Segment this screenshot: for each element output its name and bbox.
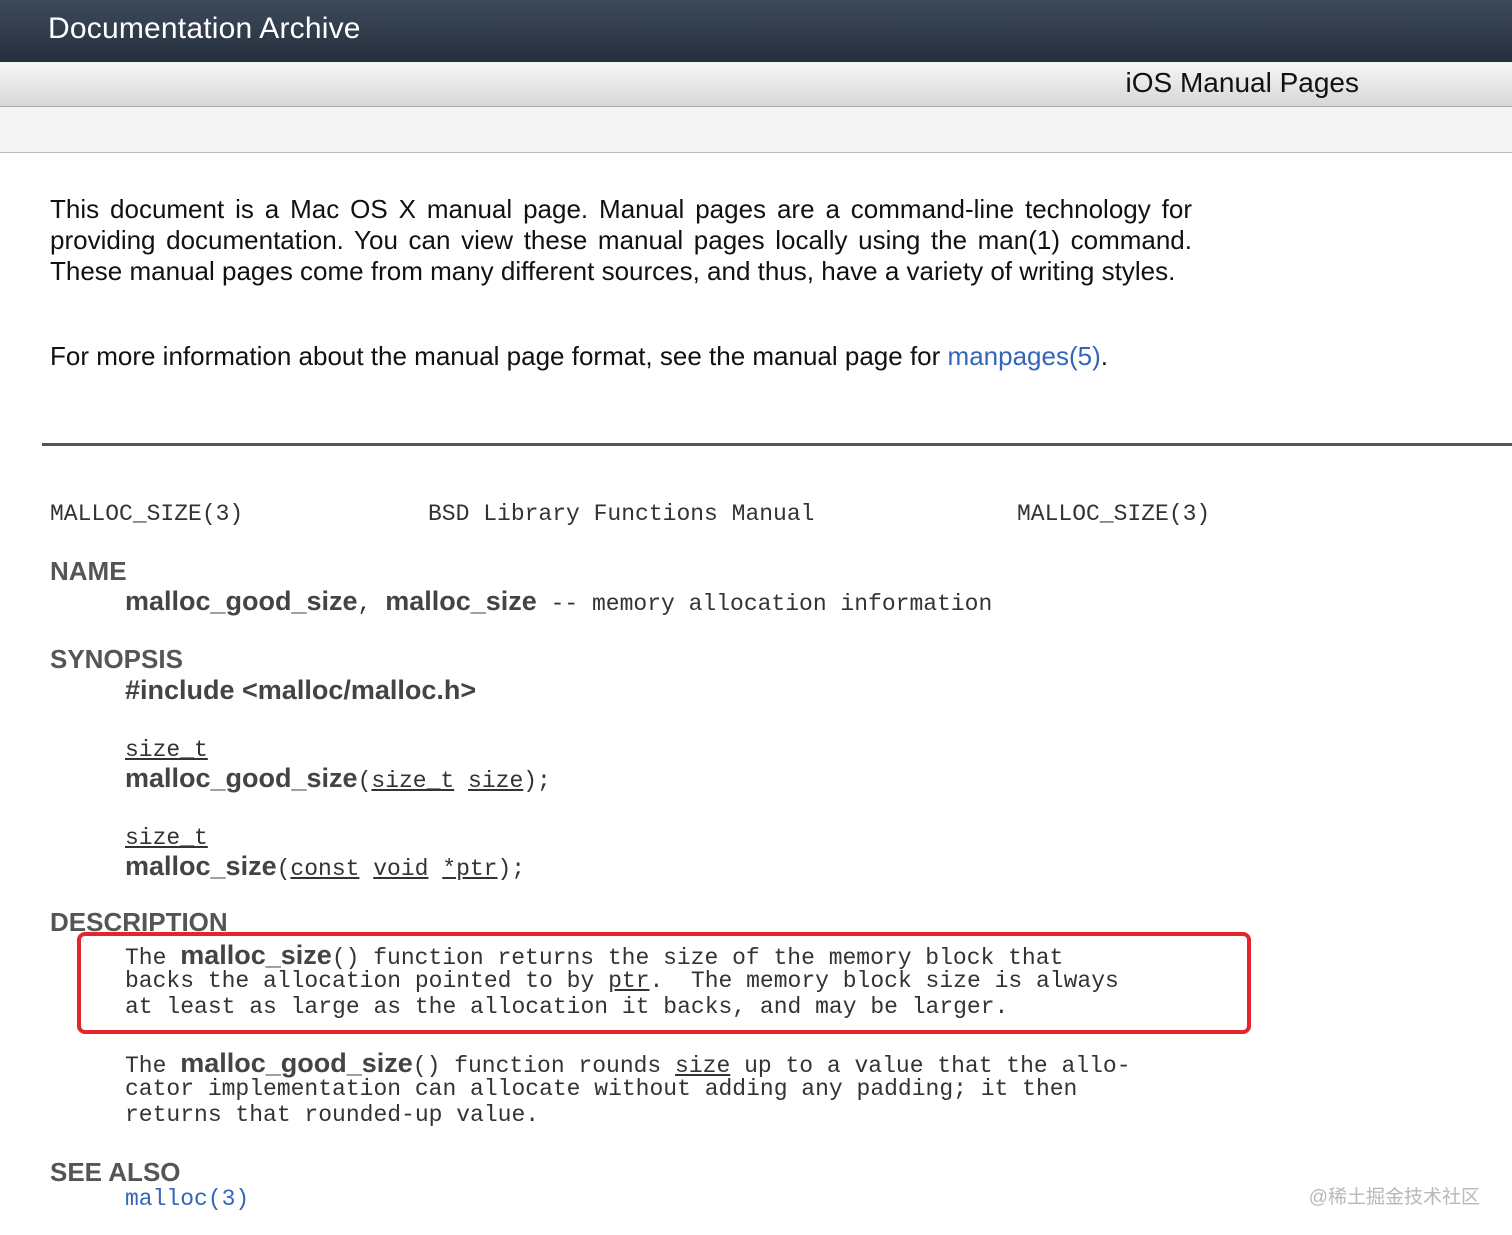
desc-p2-line2: cator implementation can allocate withou… (125, 1076, 1078, 1102)
sig1-arg: size (468, 768, 524, 794)
func-name-size: malloc_size (385, 586, 537, 616)
see-also-heading: SEE ALSO (50, 1157, 181, 1187)
sig1-line: malloc_good_size(size_t size); (125, 763, 551, 795)
sig2-open: ( (276, 856, 291, 882)
name-heading: NAME (50, 556, 127, 586)
name-desc: -- memory allocation information (536, 591, 993, 617)
func-name-good-size: malloc_good_size (125, 586, 358, 616)
sig1-type: size_t (125, 737, 208, 763)
sig2-void: void (373, 856, 429, 882)
intro-notice: This document is a Mac OS X manual page.… (50, 194, 1192, 287)
include-directive: #include <malloc/malloc.h> (125, 675, 477, 705)
include-line: #include <malloc/malloc.h> (125, 675, 476, 706)
sig1-close: ); (523, 768, 551, 794)
sig2-line: malloc_size(const void *ptr); (125, 851, 526, 883)
red-highlight-box (77, 932, 1251, 1034)
name-line: malloc_good_size, malloc_size -- memory … (125, 586, 993, 618)
intro-period: . (1100, 341, 1108, 371)
sig2-ptr: *ptr (442, 856, 498, 882)
sig1-open: ( (357, 768, 372, 794)
manpage-header-right: MALLOC_SIZE(3) (1017, 501, 1211, 527)
sig2-return-type: size_t (125, 825, 208, 851)
manpage-header-left: MALLOC_SIZE(3) (50, 501, 244, 527)
intro-paragraph-1: This document is a Mac OS X manual page.… (50, 194, 1192, 286)
sig1-func: malloc_good_size (125, 763, 358, 793)
top-banner: Documentation Archive (0, 0, 1512, 62)
sig2-close: ); (497, 856, 526, 882)
synopsis-heading: SYNOPSIS (50, 644, 183, 674)
divider (42, 443, 1512, 446)
desc-p2-line3: returns that rounded-up value. (125, 1102, 540, 1128)
sig2-const: const (290, 856, 360, 882)
section-title[interactable]: iOS Manual Pages (1126, 67, 1359, 99)
watermark: @稀土掘金技术社区 (1308, 1187, 1480, 1208)
desc-p2-line1: The malloc_good_size() function rounds s… (125, 1048, 1131, 1080)
see-also-line: malloc(3) (125, 1186, 249, 1212)
sub-banner: iOS Manual Pages (0, 62, 1512, 107)
name-sep: , (357, 591, 386, 617)
sig2-func: malloc_size (125, 851, 277, 881)
sig1-return-type: size_t (125, 737, 208, 763)
sig2-type: size_t (125, 825, 208, 851)
intro-notice-2: For more information about the manual pa… (50, 341, 1192, 372)
intro-text: For more information about the manual pa… (50, 341, 941, 371)
intro-paragraph-2: For more information about the manual pa… (50, 341, 1192, 372)
toolbar-strip (0, 107, 1512, 153)
site-title[interactable]: Documentation Archive (48, 12, 361, 46)
desc-p2-func: malloc_good_size (180, 1048, 413, 1078)
sig1-arg-type: size_t (371, 768, 455, 794)
manpage-header-center: BSD Library Functions Manual (428, 501, 815, 527)
malloc-link[interactable]: malloc(3) (125, 1186, 249, 1212)
manpages-link[interactable]: manpages(5) (948, 341, 1101, 371)
